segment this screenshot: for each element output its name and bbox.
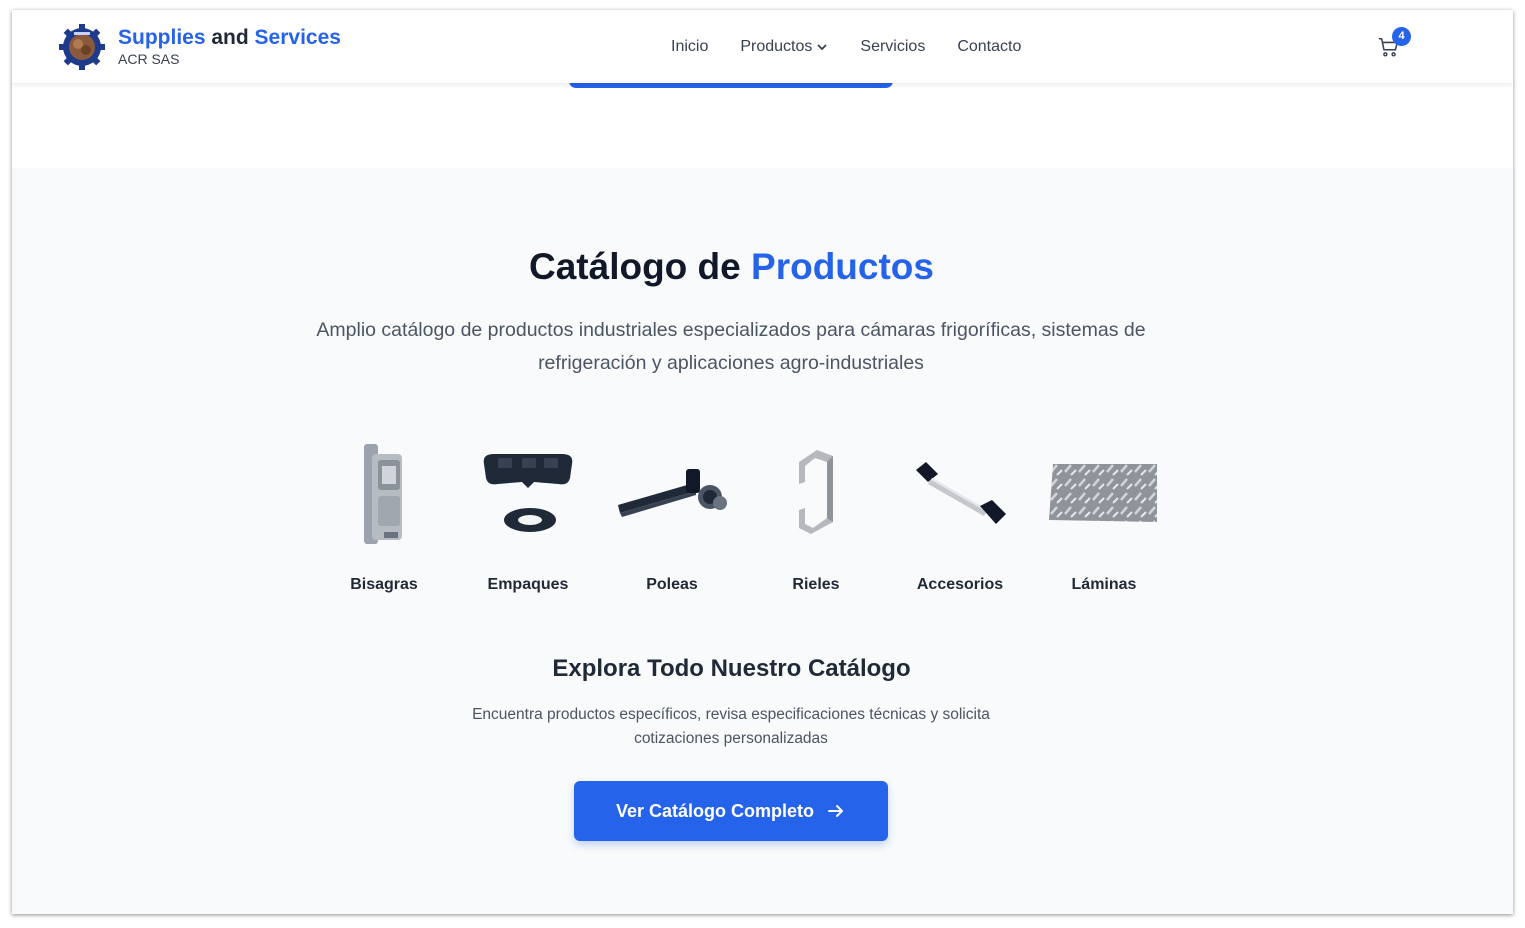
category-rieles[interactable]: Rieles xyxy=(744,438,888,594)
brand-title-and: and xyxy=(205,26,255,49)
bisagras-image xyxy=(324,438,444,548)
brand-subtitle: ACR SAS xyxy=(118,51,180,67)
nav-contacto[interactable]: Contacto xyxy=(957,38,1021,56)
previous-section xyxy=(12,81,1513,168)
category-label: Accesorios xyxy=(916,576,1004,593)
nav-contacto-label: Contacto xyxy=(957,38,1022,55)
category-empaques[interactable]: Empaques xyxy=(456,438,600,594)
accesorios-image xyxy=(900,438,1020,548)
category-label: Rieles xyxy=(792,576,840,593)
category-poleas[interactable]: Poleas xyxy=(600,438,744,594)
category-bisagras[interactable]: Bisagras xyxy=(312,438,456,594)
brand-title-services: Services xyxy=(254,26,341,49)
category-list: Bisagras Empaques Poleas Rieles Accesori… xyxy=(312,438,1176,594)
main-nav: Inicio Productos Servicios Contacto xyxy=(671,38,1021,56)
nav-servicios-label: Servicios xyxy=(860,38,926,55)
brand-title: Supplies and Services xyxy=(118,26,341,50)
nav-inicio[interactable]: Inicio xyxy=(671,38,708,56)
empaques-image xyxy=(468,438,588,548)
brand[interactable]: Supplies and Services ACR SAS xyxy=(118,26,341,67)
category-accesorios[interactable]: Accesorios xyxy=(888,438,1032,594)
cta-label: Ver Catálogo Completo xyxy=(615,800,815,821)
explore-description: Encuentra productos específicos, revisa … xyxy=(472,706,990,747)
browser-viewport: Supplies and Services ACR SAS Inicio Pro… xyxy=(12,10,1513,914)
category-label: Bisagras xyxy=(350,576,418,593)
catalog-description: Amplio catálogo de productos industriale… xyxy=(316,319,1146,374)
view-full-catalog-button[interactable]: Ver Catálogo Completo xyxy=(574,781,888,841)
nav-inicio-label: Inicio xyxy=(671,38,709,55)
catalog-title-part1: Catálogo de xyxy=(529,246,752,287)
nav-servicios[interactable]: Servicios xyxy=(860,38,925,56)
catalog-title: Catálogo de Productos xyxy=(12,246,1451,288)
explore-title: Explora Todo Nuestro Catálogo xyxy=(552,655,911,682)
category-label: Empaques xyxy=(487,576,569,593)
category-label: Poleas xyxy=(646,576,698,593)
category-label: Láminas xyxy=(1071,576,1137,593)
laminas-image xyxy=(1044,438,1164,548)
cart-count-badge: 4 xyxy=(1392,27,1411,46)
arrow-right-icon xyxy=(828,805,844,817)
site-header: Supplies and Services ACR SAS Inicio Pro… xyxy=(12,10,1513,83)
chevron-down-icon xyxy=(817,44,828,51)
nav-productos[interactable]: Productos xyxy=(740,38,828,56)
gear-logo-icon[interactable] xyxy=(58,23,106,71)
catalog-section: Catálogo de Productos Amplio catálogo de… xyxy=(12,168,1513,914)
poleas-image xyxy=(612,438,732,548)
catalog-title-part2: Productos xyxy=(751,246,934,287)
rieles-image xyxy=(756,438,876,548)
catalog-title-text: Catálogo de Productos xyxy=(12,246,1451,288)
nav-productos-label: Productos xyxy=(740,38,813,55)
brand-title-supplies: Supplies xyxy=(118,26,206,49)
category-laminas[interactable]: Láminas xyxy=(1032,438,1176,594)
